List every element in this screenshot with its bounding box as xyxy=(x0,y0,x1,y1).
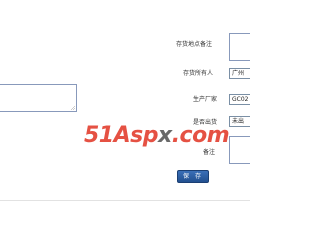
note-label: 备注 xyxy=(203,149,216,156)
form-page: 存货地点备注 存货所有人 广州 生产厂家 GC02 是否出货 未出 备注 51A… xyxy=(0,0,250,230)
manufacturer-input[interactable]: GC02 xyxy=(229,94,250,105)
site-watermark-logo: 51Aspx.com xyxy=(84,123,230,148)
watermark-tail-text: .com xyxy=(171,123,230,148)
outbound-select[interactable]: 未出 xyxy=(229,116,250,127)
owner-label: 存货所有人 xyxy=(183,70,214,77)
note-field[interactable] xyxy=(229,136,250,164)
divider xyxy=(0,200,250,201)
watermark-dark-text: x xyxy=(157,123,172,148)
left-textarea[interactable] xyxy=(0,84,77,112)
owner-input[interactable]: 广州 xyxy=(229,68,250,79)
manufacturer-label: 生产厂家 xyxy=(193,96,218,103)
storage-location-note-label: 存货地点备注 xyxy=(176,41,213,48)
watermark-red-text: 51Asp xyxy=(84,123,158,148)
save-button[interactable]: 保 存 xyxy=(177,170,209,183)
storage-location-note-field[interactable] xyxy=(229,33,250,61)
outbound-select-value: 未出 xyxy=(232,118,245,125)
resize-grip-icon[interactable] xyxy=(71,106,75,110)
